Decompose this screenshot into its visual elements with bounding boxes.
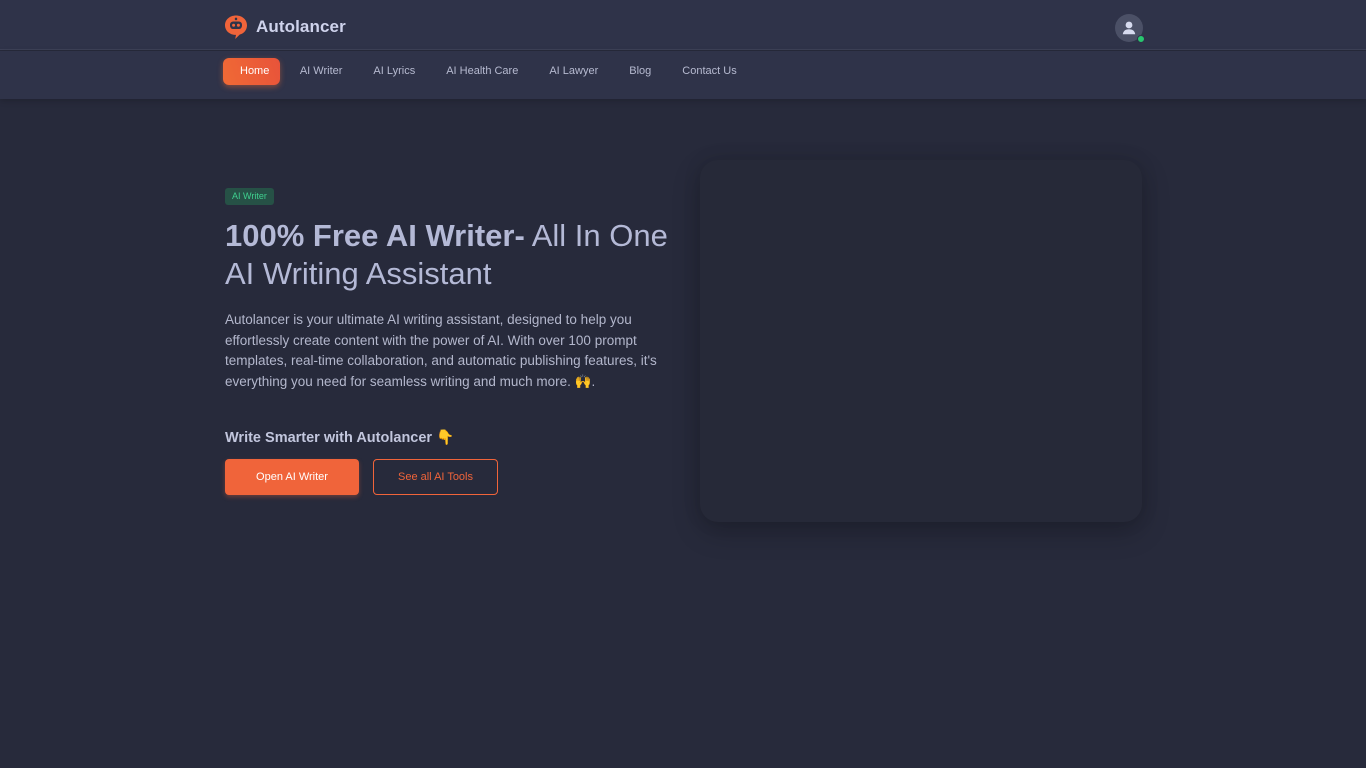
nav-item-contact-us[interactable]: Contact Us bbox=[667, 58, 752, 85]
category-badge: AI Writer bbox=[225, 188, 274, 205]
brand-name: Autolancer bbox=[256, 17, 346, 36]
main-navigation: Home AI Writer AI Lyrics AI Health Care … bbox=[0, 51, 1366, 99]
nav-item-home[interactable]: Home bbox=[223, 58, 281, 85]
robot-chat-logo-icon bbox=[225, 15, 247, 39]
top-header: Autolancer bbox=[0, 0, 1366, 50]
online-status-dot bbox=[1137, 35, 1145, 43]
hero-headline: 100% Free AI Writer- All In One AI Writi… bbox=[225, 217, 675, 293]
user-avatar[interactable] bbox=[1115, 14, 1145, 43]
nav-item-ai-health-care[interactable]: AI Health Care bbox=[431, 58, 534, 85]
see-all-ai-tools-button[interactable]: See all AI Tools bbox=[373, 459, 498, 495]
user-avatar-icon bbox=[1122, 21, 1136, 35]
cta-buttons: Open AI Writer See all AI Tools bbox=[225, 459, 675, 495]
cta-heading: Write Smarter with Autolancer 👇 bbox=[225, 430, 455, 446]
brand[interactable]: Autolancer bbox=[224, 14, 346, 40]
nav-item-ai-writer[interactable]: AI Writer bbox=[284, 58, 358, 85]
nav-item-ai-lyrics[interactable]: AI Lyrics bbox=[358, 58, 431, 85]
nav-menu: Home AI Writer AI Lyrics AI Health Care … bbox=[223, 58, 752, 85]
nav-item-blog[interactable]: Blog bbox=[614, 58, 667, 85]
hero-illustration-card bbox=[700, 160, 1142, 522]
hero-content: AI Writer 100% Free AI Writer- All In On… bbox=[225, 186, 675, 495]
hero-description: Autolancer is your ultimate AI writing a… bbox=[225, 312, 657, 389]
nav-item-ai-lawyer[interactable]: AI Lawyer bbox=[534, 58, 614, 85]
hero-headline-bold: 100% Free AI Writer- bbox=[225, 218, 525, 253]
open-ai-writer-button[interactable]: Open AI Writer bbox=[225, 459, 359, 495]
